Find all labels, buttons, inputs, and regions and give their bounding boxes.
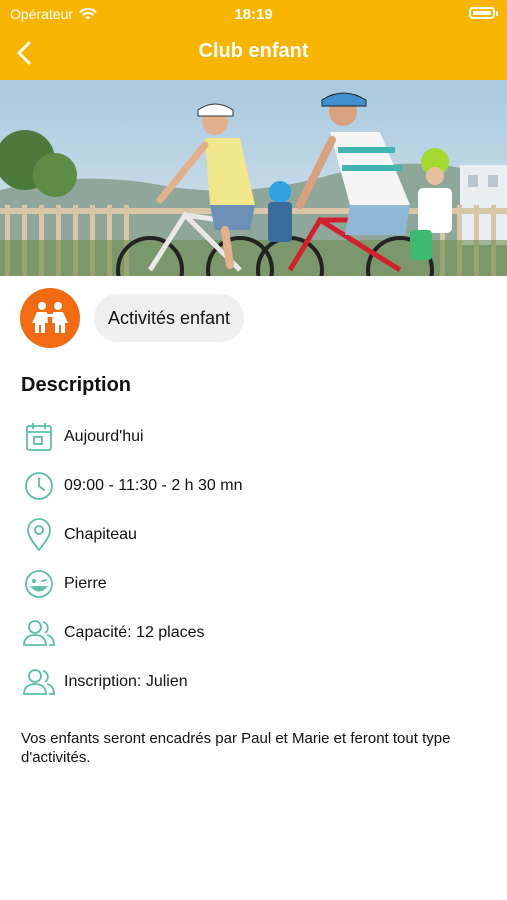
smiley-icon	[22, 567, 56, 601]
navigation-bar: Club enfant	[0, 28, 507, 80]
top-bar: Opérateur 18:19 Club enfant	[0, 0, 507, 80]
children-category-icon	[20, 288, 80, 348]
info-list: Aujourd'hui 09:00 - 11:30 - 2 h 30 mn Ch…	[22, 412, 492, 706]
info-text-location: Chapiteau	[64, 525, 137, 543]
clock-icon	[22, 469, 56, 503]
info-item-capacity: Capacité: 12 places	[22, 608, 492, 657]
info-text-animator: Pierre	[64, 574, 107, 592]
category-row: Activités enfant	[20, 288, 245, 348]
page-title: Club enfant	[198, 40, 309, 62]
hero-image	[0, 80, 507, 276]
calendar-icon	[22, 420, 56, 454]
description-body: Vos enfants seront encadrés par Paul et …	[21, 730, 451, 766]
battery-icon	[469, 7, 498, 19]
info-text-registration: Inscription: Julien	[64, 672, 188, 690]
users-icon	[22, 665, 56, 699]
status-bar: Opérateur 18:19	[0, 0, 507, 28]
info-text-time: 09:00 - 11:30 - 2 h 30 mn	[64, 476, 243, 494]
info-item-registration: Inscription: Julien	[22, 657, 492, 706]
info-item-location: Chapiteau	[22, 510, 492, 559]
info-text-date: Aujourd'hui	[64, 427, 144, 445]
children-icon	[32, 302, 68, 333]
description-heading: Description	[21, 374, 132, 396]
category-chip[interactable]: Activités enfant	[94, 294, 245, 342]
info-item-date: Aujourd'hui	[22, 412, 492, 461]
info-text-capacity: Capacité: 12 places	[64, 623, 205, 641]
category-label: Activités enfant	[108, 307, 231, 328]
location-pin-icon	[22, 517, 56, 552]
info-item-animator: Pierre	[22, 559, 492, 608]
info-item-time: 09:00 - 11:30 - 2 h 30 mn	[22, 461, 492, 510]
status-time: 18:19	[234, 6, 273, 23]
users-icon	[22, 616, 56, 650]
